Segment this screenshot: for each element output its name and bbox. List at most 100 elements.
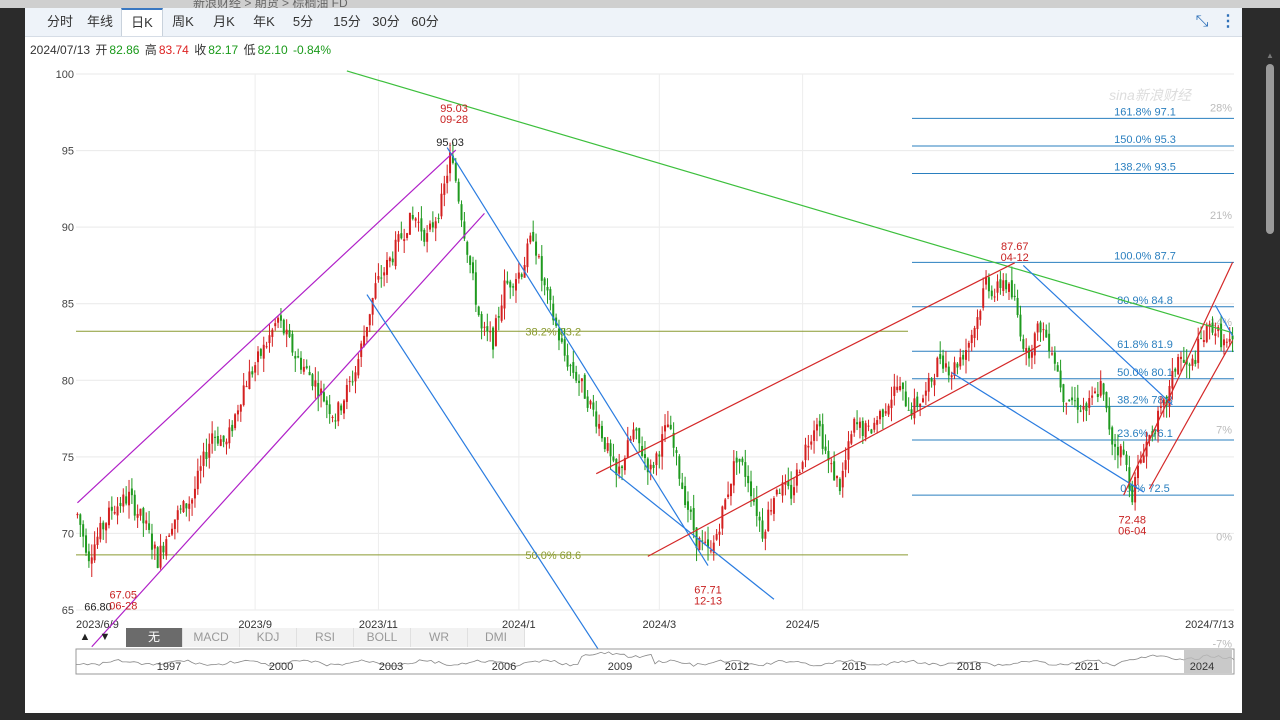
- candle-body: [96, 536, 99, 546]
- candle-body: [1002, 280, 1005, 291]
- candle-body: [79, 514, 82, 525]
- candle-body: [1220, 323, 1223, 348]
- candle-body: [509, 281, 512, 288]
- candle-body: [1079, 410, 1082, 412]
- indicator-wr[interactable]: WR: [411, 628, 468, 647]
- candle-body: [626, 440, 629, 458]
- candle-body: [824, 446, 827, 451]
- indicator-dmi[interactable]: DMI: [468, 628, 525, 647]
- candle-body: [944, 363, 947, 368]
- candle-body: [340, 405, 343, 411]
- candle-body: [122, 494, 125, 507]
- candle-body: [600, 425, 603, 439]
- candle-body: [933, 379, 936, 386]
- candle-body: [371, 297, 374, 315]
- candle-body: [535, 241, 538, 256]
- indicator-boll[interactable]: BOLL: [354, 628, 411, 647]
- candle-body: [1068, 399, 1071, 402]
- candle-body: [297, 356, 300, 358]
- candle-body: [305, 366, 308, 369]
- candle-body: [208, 443, 211, 458]
- candle-body: [331, 416, 334, 418]
- candle-body: [1093, 391, 1096, 394]
- scroll-down-icon[interactable]: ▼: [96, 628, 114, 647]
- candle-body: [795, 469, 798, 486]
- annotation-price: 66.80: [84, 601, 112, 613]
- candle-body: [268, 335, 271, 344]
- candle-body: [150, 533, 153, 550]
- candle-body: [460, 204, 463, 221]
- candle-body: [1088, 397, 1091, 408]
- candle-body: [810, 441, 813, 445]
- candle-body: [830, 463, 833, 465]
- candle-body: [119, 502, 122, 507]
- candle-body: [274, 323, 277, 327]
- candle-body: [159, 545, 162, 568]
- candle-body: [841, 470, 844, 488]
- candle-body: [193, 488, 196, 499]
- candle-body: [999, 279, 1002, 288]
- candlestick-chart[interactable]: 6570758085909510042%35%28%21%14%7%0%-7%2…: [25, 8, 1242, 713]
- candle-body: [632, 429, 635, 440]
- candle-body: [606, 443, 609, 451]
- candle-body: [818, 420, 821, 427]
- candle-body: [770, 510, 773, 512]
- candle-body: [388, 257, 391, 262]
- candle-body: [635, 428, 638, 431]
- candle-body: [936, 357, 939, 377]
- candle-body: [572, 362, 575, 373]
- candle-body: [1200, 337, 1203, 339]
- candle-body: [153, 544, 156, 549]
- candle-body: [1071, 397, 1074, 401]
- candle-body: [1162, 399, 1165, 406]
- candle-body: [890, 399, 893, 409]
- candle-body: [560, 338, 563, 342]
- candle-body: [428, 223, 431, 230]
- page-scrollbar[interactable]: [1266, 64, 1274, 234]
- candle-body: [778, 492, 781, 494]
- candle-body: [130, 488, 133, 496]
- right-axis-label: 28%: [1210, 103, 1232, 115]
- indicator-kdj[interactable]: KDJ: [240, 628, 297, 647]
- candle-body: [664, 425, 667, 432]
- candle-body: [1085, 403, 1088, 412]
- indicator-rsi[interactable]: RSI: [297, 628, 354, 647]
- candle-body: [592, 402, 595, 410]
- annotation-date: 06-04: [1118, 525, 1146, 537]
- candle-body: [563, 339, 566, 356]
- annotation-date: 09-28: [440, 114, 468, 126]
- fib-right-label: 23.6% 76.1: [1117, 428, 1173, 440]
- candle-body: [291, 333, 294, 353]
- y-tick-label: 85: [62, 299, 74, 311]
- candle-body: [512, 286, 515, 288]
- candle-body: [285, 329, 288, 335]
- candle-body: [557, 328, 560, 341]
- candle-body: [454, 163, 457, 181]
- candle-body: [939, 354, 942, 359]
- candle-body: [440, 193, 443, 217]
- y-tick-label: 90: [62, 222, 74, 234]
- candle-body: [1050, 353, 1053, 355]
- candle-body: [1013, 295, 1016, 297]
- candle-body: [856, 422, 859, 425]
- overview-year-label: 2018: [957, 661, 981, 673]
- channel-blue2-lower: [951, 372, 1145, 493]
- candle-body: [1191, 358, 1194, 366]
- indicator-macd[interactable]: MACD: [183, 628, 240, 647]
- indicator-无[interactable]: 无: [126, 628, 183, 647]
- candle-body: [575, 371, 578, 381]
- fib-right-label: 61.8% 81.9: [1117, 339, 1173, 351]
- candle-body: [580, 378, 583, 382]
- candle-body: [738, 458, 741, 462]
- chart-panel: 分时 年线 日K 周K 月K 年K 5分 15分 30分 60分 ⤡ ⋮ 2024/07/13 开…: [25, 8, 1242, 713]
- candle-body: [850, 434, 853, 444]
- candle-body: [899, 386, 902, 391]
- scroll-up-icon[interactable]: ▲: [76, 628, 94, 647]
- candle-body: [537, 256, 540, 258]
- candle-body: [1231, 335, 1234, 340]
- candle-body: [216, 435, 219, 444]
- candle-body: [847, 441, 850, 460]
- candle-body: [431, 222, 434, 228]
- candle-body: [443, 183, 446, 195]
- scroll-up-arrow-icon[interactable]: ▲: [1266, 52, 1274, 60]
